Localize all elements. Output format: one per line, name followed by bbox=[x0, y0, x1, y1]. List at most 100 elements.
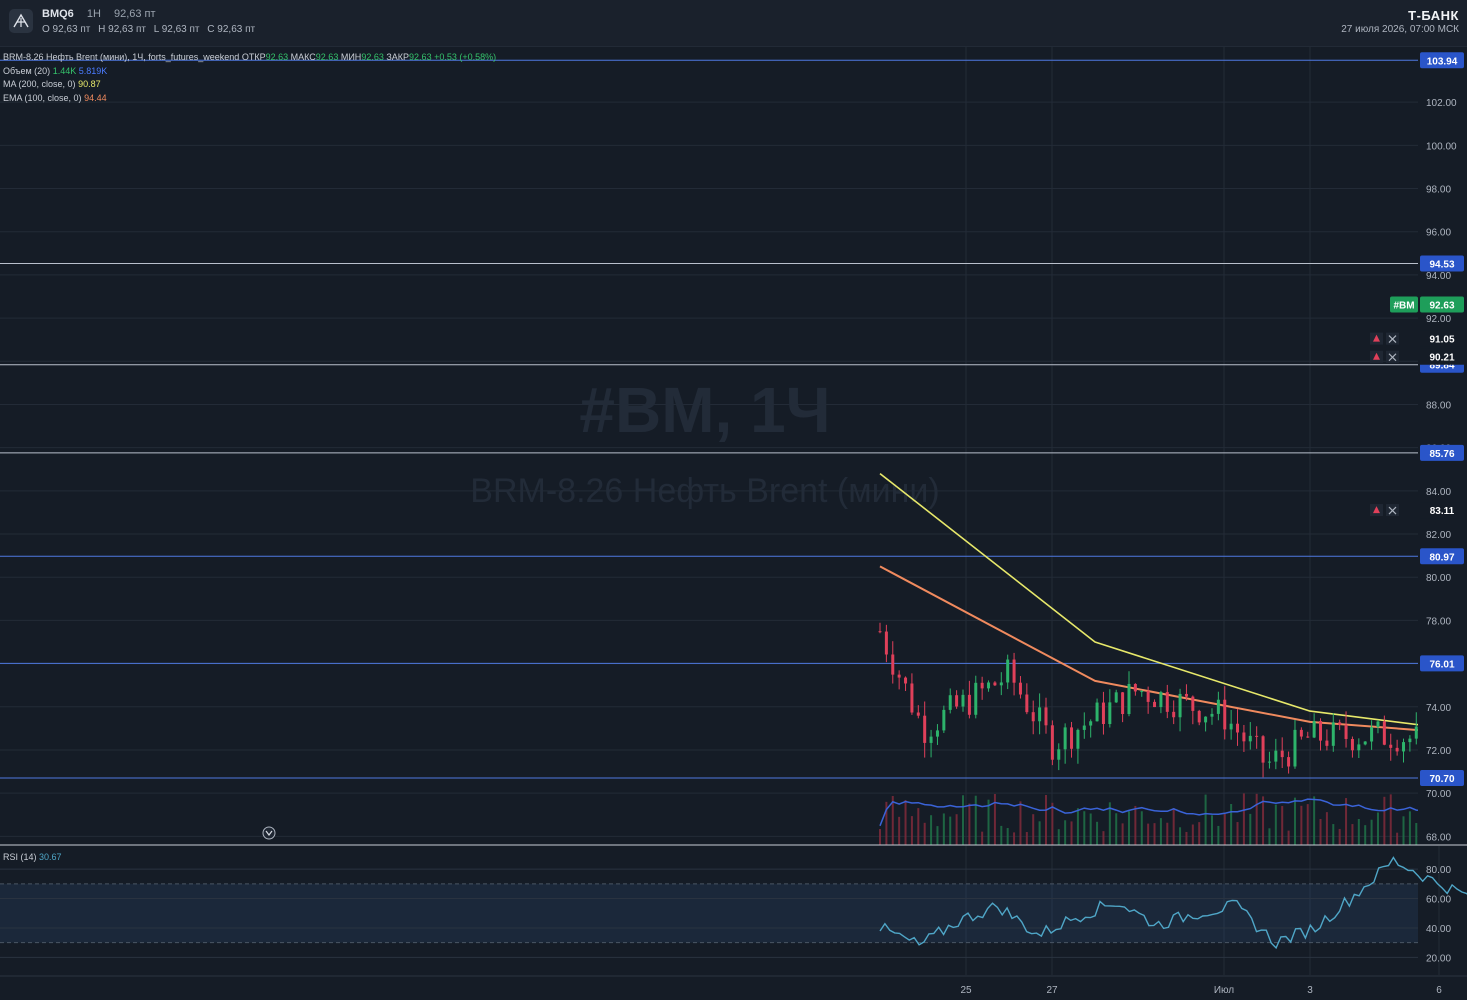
candle-body bbox=[1216, 699, 1220, 714]
volume-bar bbox=[1127, 811, 1130, 845]
volume-bar bbox=[1121, 823, 1124, 845]
interval[interactable]: 1H bbox=[87, 8, 101, 20]
rsi-tick-label: 40.00 bbox=[1426, 924, 1451, 935]
level-price-label: 103.94 bbox=[1427, 56, 1458, 67]
volume-bar bbox=[1013, 832, 1016, 845]
price-grid bbox=[0, 46, 1440, 975]
price-tick-label: 98.00 bbox=[1426, 185, 1451, 196]
candle-body bbox=[993, 682, 997, 686]
candle-body bbox=[1076, 729, 1080, 749]
candle-body bbox=[1191, 696, 1195, 711]
candle-body bbox=[1140, 691, 1144, 693]
price-tick-label: 102.00 bbox=[1426, 98, 1457, 109]
candle-body bbox=[1255, 735, 1259, 737]
candle-body bbox=[1159, 692, 1163, 708]
candle-body bbox=[1146, 691, 1150, 702]
candle-body bbox=[884, 631, 888, 655]
candle-body bbox=[1070, 727, 1074, 749]
volume-bar bbox=[1300, 805, 1303, 845]
candle-body bbox=[942, 709, 946, 731]
candle-body bbox=[1184, 693, 1188, 697]
volume-bar bbox=[1370, 819, 1373, 845]
candle-body bbox=[916, 712, 920, 716]
volume-bar bbox=[1153, 823, 1156, 845]
volume-bar bbox=[910, 816, 913, 845]
volume-bar bbox=[1140, 811, 1143, 845]
legend-instrument[interactable]: BRM-8.26 Нефть Brent (мини), 1Ч, forts_f… bbox=[3, 52, 496, 62]
event-marker-icon[interactable] bbox=[262, 826, 276, 840]
volume-bar bbox=[1338, 828, 1341, 845]
candle-body bbox=[974, 682, 978, 715]
candle-body bbox=[987, 682, 991, 689]
volume-bar bbox=[1102, 831, 1105, 845]
top-bar: BMQ6 1H 92,63 пт O 92,63 пт H 92,63 пт L… bbox=[0, 0, 1467, 47]
volume-bar bbox=[1147, 823, 1150, 845]
candle-body bbox=[1389, 744, 1393, 748]
price-tick-label: 94.00 bbox=[1426, 271, 1451, 282]
volume-bar bbox=[1210, 815, 1213, 845]
volume-bar bbox=[1089, 813, 1092, 845]
candle-body bbox=[1261, 736, 1265, 763]
level-price-label: 80.97 bbox=[1429, 552, 1454, 563]
candle-body bbox=[1044, 707, 1048, 726]
volume-bar bbox=[1044, 794, 1047, 845]
volume-bar bbox=[1032, 814, 1035, 845]
price-tick-label: 68.00 bbox=[1426, 832, 1451, 843]
volume-bar bbox=[1274, 804, 1277, 845]
legend-rsi[interactable]: RSI (14) 30.67 bbox=[3, 852, 62, 862]
volume-bar bbox=[1268, 828, 1271, 845]
price-tick-label: 88.00 bbox=[1426, 400, 1451, 411]
current-symbol-label: #BM bbox=[1393, 300, 1414, 311]
price-tick-label: 74.00 bbox=[1426, 703, 1451, 714]
volume-bar bbox=[1351, 824, 1354, 845]
candle-body bbox=[1344, 724, 1348, 739]
candle-body bbox=[1018, 682, 1022, 695]
chart-canvas[interactable]: #BM, 1Ч BRM-8.26 Нефть Brent (мини) SSBB… bbox=[0, 0, 1467, 1000]
volume-bar bbox=[1064, 820, 1067, 845]
volume-bar bbox=[1383, 796, 1386, 845]
volume-bar bbox=[1319, 819, 1322, 845]
ticker[interactable]: BMQ6 bbox=[42, 8, 74, 20]
time-tick-label: Июл bbox=[1214, 985, 1234, 996]
volume-bar bbox=[968, 803, 971, 845]
volume-bar bbox=[1204, 794, 1207, 845]
volume-bar bbox=[949, 816, 952, 845]
volume-bar bbox=[1332, 824, 1335, 845]
ohlc-line: O 92,63 пт H 92,63 пт L 92,63 пт C 92,63… bbox=[42, 24, 260, 35]
ohlc-close: C 92,63 пт bbox=[207, 24, 256, 35]
volume-bar bbox=[961, 795, 964, 845]
candle-body bbox=[1331, 722, 1335, 746]
candle-body bbox=[1204, 716, 1208, 723]
legend-ma200[interactable]: MA (200, close, 0) 90.87 bbox=[3, 79, 101, 89]
legend-ema100[interactable]: EMA (100, close, 0) 94.44 bbox=[3, 93, 107, 103]
volume-bar bbox=[981, 831, 984, 845]
candle-body bbox=[1306, 736, 1310, 738]
price-tick-label: 72.00 bbox=[1426, 746, 1451, 757]
volume-bar bbox=[1242, 793, 1245, 845]
volume-bar bbox=[1396, 832, 1399, 845]
time-tick-label: 6 bbox=[1436, 985, 1442, 996]
volume-bar bbox=[1357, 818, 1360, 845]
last-price: 92,63 пт bbox=[113, 8, 156, 20]
candle-body bbox=[1363, 741, 1367, 745]
volume-bar bbox=[1217, 825, 1220, 845]
candle-body bbox=[1408, 738, 1412, 743]
price-tick-label: 92.00 bbox=[1426, 314, 1451, 325]
ohlc-high: H 92,63 пт bbox=[98, 24, 146, 35]
volume-bar bbox=[930, 815, 933, 845]
datetime: 27 июля 2026, 07:00 МСК bbox=[1341, 24, 1459, 35]
price-tick-label: 70.00 bbox=[1426, 789, 1451, 800]
volume-bar bbox=[1096, 821, 1099, 845]
candle-body bbox=[897, 674, 901, 678]
volume-bar bbox=[1172, 808, 1175, 845]
level-price-label: 70.70 bbox=[1429, 774, 1454, 785]
volume-bar bbox=[1076, 808, 1079, 845]
candle-body bbox=[1357, 744, 1361, 751]
candle-body bbox=[1038, 707, 1042, 722]
legend-volume[interactable]: Объем (20) 1.44K 5.819K bbox=[3, 66, 107, 76]
volume-bar bbox=[1134, 805, 1137, 845]
volume-bar bbox=[1230, 803, 1233, 845]
legend-change: +0.53 (+0.58%) bbox=[434, 52, 497, 62]
ohlc-open: O 92,63 пт bbox=[42, 24, 91, 35]
volume-bar bbox=[1057, 829, 1060, 845]
